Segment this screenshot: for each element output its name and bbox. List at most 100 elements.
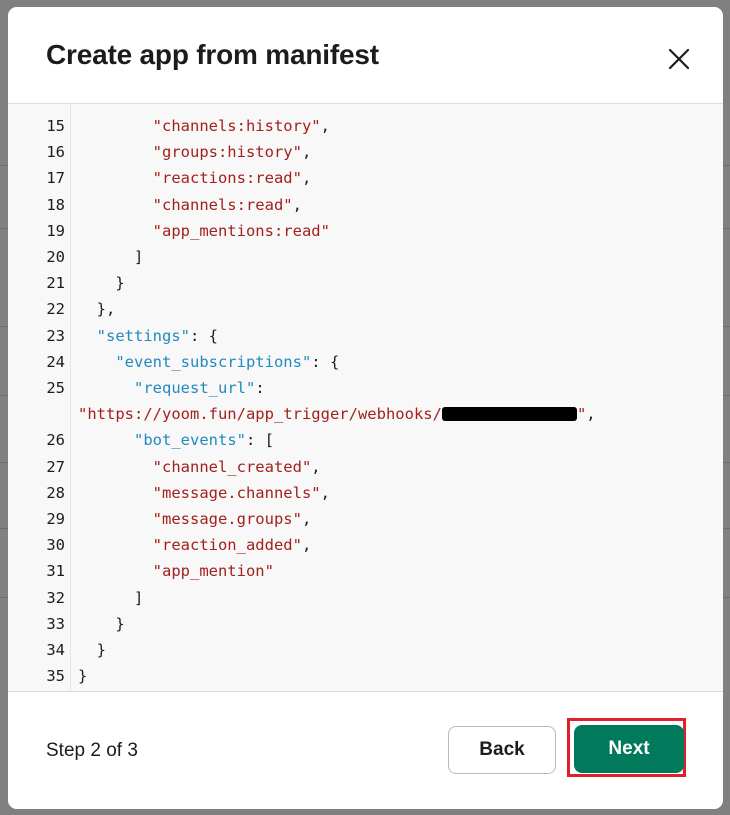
code-text: ] [78,585,143,611]
dialog-title: Create app from manifest [46,39,379,70]
code-text: "app_mentions:read" [78,218,330,244]
line-number: 34 [46,641,65,659]
string-token: "reaction_added" [152,536,302,555]
punctuation-token: , [311,457,321,476]
punctuation-token: , [301,143,312,162]
punctuation-token [78,196,153,214]
code-line: "https://yoom.fun/app_trigger/webhooks/ "… [8,401,723,427]
punctuation-token: : [ [245,431,274,450]
punctuation-token: ] [78,588,144,607]
punctuation-token [78,379,134,397]
code-line: 30 "reaction_added", [8,532,723,558]
code-line: 20 ] [8,244,723,270]
code-text: "event_subscriptions": { [78,349,339,375]
punctuation-token: } [78,274,125,293]
line-number: 17 [46,169,65,188]
code-line: 21 } [8,270,723,296]
string-token: "channels:history" [152,117,321,135]
code-text: "groups:history", [78,139,312,165]
line-number: 24 [46,352,65,371]
code-line: 24 "event_subscriptions": { [8,349,723,375]
dialog-footer: Step 2 of 3 Back Next [8,691,723,809]
line-number: 32 [46,588,65,607]
key-token: "request_url" [134,379,256,397]
line-number: 25 [46,379,65,397]
string-token: " [576,405,587,424]
line-number: 18 [46,195,65,214]
punctuation-token: : { [311,352,340,371]
key-token: "settings" [96,326,190,345]
back-button[interactable]: Back [448,726,556,774]
code-line: 34 } [8,637,723,663]
manifest-editor[interactable]: 15 "channels:history", 16 "groups:history… [8,104,723,691]
punctuation-token: , [301,169,312,188]
create-app-dialog: Create app from manifest 15 "channels:hi… [8,7,723,809]
line-number: 35 [46,667,65,686]
punctuation-token: } [78,667,88,686]
code-line: 25 "request_url": [8,375,723,401]
string-token: "https://yoom.fun/app_trigger/webhooks/ [78,405,442,424]
step-indicator: Step 2 of 3 [46,740,138,761]
code-line: 29 "message.groups", [8,506,723,532]
code-text: } [78,611,125,637]
punctuation-token: } [78,614,125,633]
string-token: "channels:read" [152,195,293,214]
punctuation-token: : [255,379,265,397]
key-token: "bot_events" [134,431,246,450]
line-number: 33 [46,614,65,633]
code-text: } [78,663,87,689]
close-icon [668,48,690,70]
string-token: "groups:history" [152,143,302,162]
code-text: "channels:read", [78,192,302,218]
punctuation-token: ] [78,248,144,266]
punctuation-token: , [320,483,330,502]
code-text: }, [78,296,116,322]
code-text: "message.groups", [78,506,312,532]
punctuation-token [78,458,153,476]
redacted-token [441,407,577,422]
code-line: 35} [8,663,723,689]
line-number: 21 [46,274,65,293]
punctuation-token [78,169,153,187]
code-line: 27 "channel_created", [8,454,723,480]
punctuation-token [78,510,153,528]
line-number: 20 [46,248,65,266]
string-token: "app_mentions:read" [152,221,330,240]
line-number: 15 [46,117,65,135]
punctuation-token: , [320,117,330,135]
code-line: 33 } [8,611,723,637]
code-text: } [78,637,106,663]
string-token: "message.groups" [152,510,302,528]
code-line: 28 "message.channels", [8,480,723,506]
code-line: 15 "channels:history", [8,113,723,139]
code-text: "bot_events": [ [78,427,274,453]
dialog-header: Create app from manifest [8,7,723,104]
punctuation-token [78,562,153,580]
code-line: 22 }, [8,296,723,322]
line-number: 27 [46,457,65,476]
punctuation-token [78,143,153,161]
line-number: 16 [46,143,65,162]
next-button[interactable]: Next [574,725,684,773]
code-text: "settings": { [78,323,218,349]
key-token: "event_subscriptions" [115,352,312,371]
punctuation-token [78,327,97,345]
line-number: 19 [46,221,65,240]
punctuation-token: }, [78,300,116,319]
line-number: 23 [46,326,65,345]
close-button[interactable] [665,45,693,73]
punctuation-token [78,536,153,554]
code-text: "request_url": [78,375,265,401]
line-number: 22 [46,300,65,319]
code-text: "reaction_added", [78,532,312,558]
code-line: 19 "app_mentions:read" [8,218,723,244]
code-line: 18 "channels:read", [8,192,723,218]
string-token: "app_mention" [152,562,274,581]
punctuation-token [78,117,153,135]
punctuation-token [78,222,153,240]
code-text: "channels:history", [78,113,330,139]
line-number: 28 [46,483,65,502]
code-line: 23 "settings": { [8,323,723,349]
line-number: 31 [46,562,65,581]
code-line: 17 "reactions:read", [8,165,723,191]
